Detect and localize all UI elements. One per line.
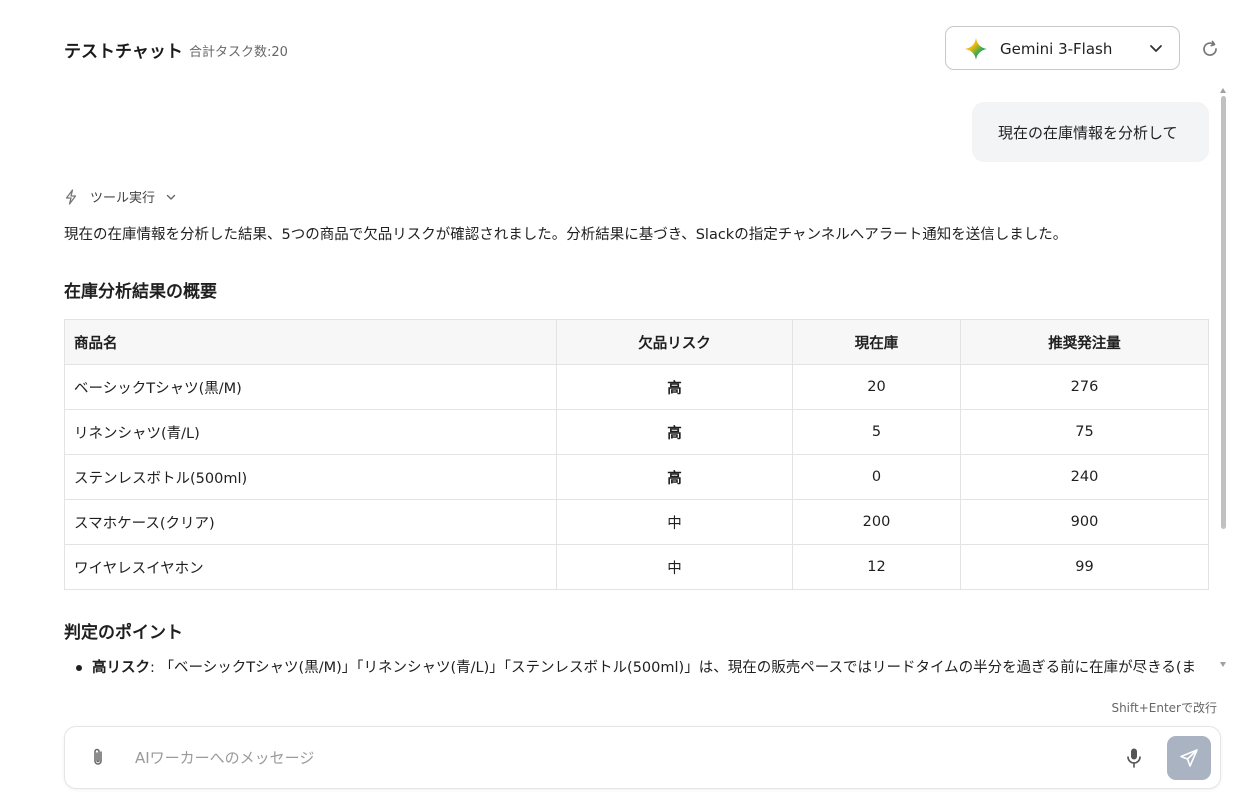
- column-header-order-qty: 推奨発注量: [960, 319, 1209, 365]
- send-button[interactable]: [1167, 736, 1211, 780]
- section-heading-points: 判定のポイント: [64, 623, 183, 643]
- table-row: ベーシックTシャツ(黒/M) 高 20 276: [64, 364, 1209, 410]
- order-qty-cell: 75: [960, 409, 1209, 455]
- microphone-icon[interactable]: [1125, 747, 1143, 769]
- table-row: リネンシャツ(青/L) 高 5 75: [64, 409, 1209, 455]
- table-row: ワイヤレスイヤホン 中 12 99: [64, 544, 1209, 590]
- assistant-summary-text: 現在の在庫情報を分析した結果、5つの商品で欠品リスクが確認されました。分析結果に…: [64, 227, 1068, 243]
- stock-cell: 20: [792, 364, 961, 410]
- chat-scroll-area: 現在の在庫情報を分析して ツール実行 現在の在庫情報を分析した結果、5つの商品で…: [0, 88, 1216, 676]
- risk-cell: 高: [556, 409, 793, 455]
- bullet-dot: [76, 665, 82, 671]
- product-name-cell: リネンシャツ(青/L): [64, 409, 557, 455]
- risk-cell: 中: [556, 499, 793, 545]
- chat-header: テストチャット 合計タスク数:20 Gemini 3-Flash: [0, 0, 1235, 90]
- model-name: Gemini 3-Flash: [1000, 40, 1113, 58]
- table-row: ステンレスボトル(500ml) 高 0 240: [64, 454, 1209, 500]
- user-message-text: 現在の在庫情報を分析して: [998, 124, 1178, 142]
- stock-cell: 200: [792, 499, 961, 545]
- order-qty-cell: 99: [960, 544, 1209, 590]
- risk-cell: 高: [556, 364, 793, 410]
- chat-scrollbar[interactable]: [1219, 88, 1227, 676]
- scroll-up-arrow-icon[interactable]: [1220, 88, 1226, 93]
- send-icon: [1180, 749, 1198, 767]
- gemini-sparkle-icon: [965, 38, 987, 60]
- user-message-bubble: 現在の在庫情報を分析して: [972, 102, 1209, 162]
- product-name-cell: ワイヤレスイヤホン: [64, 544, 557, 590]
- message-input[interactable]: [133, 743, 1097, 773]
- product-name-cell: ステンレスボトル(500ml): [64, 454, 557, 500]
- bullet-text: : 「ベーシックTシャツ(黒/M)」「リネンシャツ(青/L)」「ステンレスボトル…: [150, 660, 1197, 676]
- order-qty-cell: 900: [960, 499, 1209, 545]
- task-count-label: 合計タスク数:20: [189, 45, 288, 60]
- newline-hint: Shift+Enterで改行: [1111, 701, 1217, 715]
- refresh-icon[interactable]: [1200, 39, 1220, 59]
- tool-execution-toggle[interactable]: ツール実行: [64, 187, 177, 206]
- order-qty-cell: 276: [960, 364, 1209, 410]
- table-row: スマホケース(クリア) 中 200 900: [64, 499, 1209, 545]
- list-item: 高リスク: 「ベーシックTシャツ(黒/M)」「リネンシャツ(青/L)」「ステンレ…: [76, 656, 1196, 676]
- stock-cell: 5: [792, 409, 961, 455]
- message-composer: [64, 726, 1221, 789]
- scrollbar-thumb[interactable]: [1221, 96, 1226, 529]
- chevron-down-icon: [166, 194, 176, 200]
- page-title: テストチャット: [64, 42, 183, 62]
- column-header-risk: 欠品リスク: [556, 319, 793, 365]
- product-name-cell: スマホケース(クリア): [64, 499, 557, 545]
- column-header-product: 商品名: [64, 319, 557, 365]
- chevron-down-icon: [1150, 45, 1162, 52]
- stock-cell: 0: [792, 454, 961, 500]
- model-selector[interactable]: Gemini 3-Flash: [945, 26, 1180, 70]
- paperclip-icon[interactable]: [89, 747, 107, 767]
- order-qty-cell: 240: [960, 454, 1209, 500]
- inventory-table: 商品名 欠品リスク 現在庫 推奨発注量 ベーシックTシャツ(黒/M) 高 20 …: [64, 319, 1209, 590]
- tool-execution-label: ツール実行: [90, 191, 156, 206]
- column-header-stock: 現在庫: [792, 319, 961, 365]
- stock-cell: 12: [792, 544, 961, 590]
- scroll-down-arrow-icon[interactable]: [1220, 662, 1226, 667]
- risk-cell: 中: [556, 544, 793, 590]
- risk-cell: 高: [556, 454, 793, 500]
- bullet-label: 高リスク: [92, 660, 150, 676]
- product-name-cell: ベーシックTシャツ(黒/M): [64, 364, 557, 410]
- bolt-icon: [65, 188, 77, 205]
- table-header-row: 商品名 欠品リスク 現在庫 推奨発注量: [64, 319, 1209, 365]
- section-heading-summary: 在庫分析結果の概要: [64, 282, 217, 302]
